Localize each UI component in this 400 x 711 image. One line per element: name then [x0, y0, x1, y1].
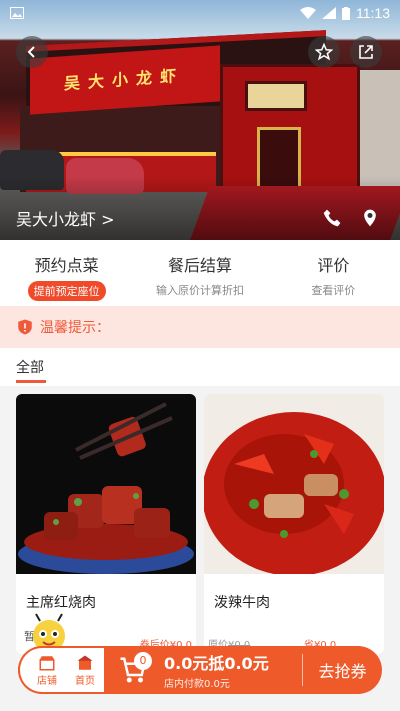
- status-time: 11:13: [356, 5, 390, 21]
- filter-all-tab[interactable]: 全部: [16, 357, 44, 377]
- building-entrance: [220, 64, 360, 192]
- bottom-nav: 店铺 首页: [18, 646, 104, 694]
- nav-store[interactable]: 店铺: [37, 654, 57, 687]
- reserve-seat-badge: 提前预定座位: [27, 281, 106, 301]
- share-icon: [359, 45, 373, 59]
- notice-label: 温馨提示：: [40, 320, 110, 336]
- category-filter: 全部: [0, 348, 400, 386]
- grab-coupon-button[interactable]: 去抢券: [303, 646, 382, 694]
- phone-icon[interactable]: [322, 208, 342, 228]
- status-bar: 11:13: [0, 0, 400, 26]
- wifi-icon: [300, 7, 316, 19]
- filter-active-underline: [16, 380, 46, 383]
- reviews-title: 评价: [317, 256, 350, 275]
- dish-image-spicy-beef: [204, 394, 384, 574]
- store-icon: [39, 655, 55, 670]
- nav-store-label: 店铺: [37, 675, 57, 687]
- dish-card[interactable]: 泼辣牛肉 原价¥0.0 省¥0.0: [204, 394, 384, 654]
- checkout-title: 餐后结算: [167, 256, 232, 275]
- location-icon[interactable]: [360, 208, 380, 228]
- notice-banner: 温馨提示：: [0, 306, 400, 348]
- tab-reserve-order[interactable]: 预约点菜 提前预定座位: [0, 240, 133, 306]
- store-name-link[interactable]: 吴大小龙虾 >: [16, 206, 115, 230]
- back-button[interactable]: [16, 36, 48, 68]
- checkout-bar: 店铺 首页 0 0.0元抵0.0元 店内付款0.0元 去抢券: [18, 646, 382, 694]
- signal-icon: [322, 7, 336, 19]
- store-hero-image: 吴大小龙虾 11:13 吴大小龙虾 >: [0, 0, 400, 240]
- share-button[interactable]: [350, 36, 382, 68]
- battery-icon: [342, 6, 350, 20]
- total-discount: 0.0元抵0.0元: [164, 654, 269, 673]
- image-notification-icon: [10, 7, 24, 19]
- favorite-button[interactable]: [308, 36, 340, 68]
- nav-home-label: 首页: [75, 675, 95, 687]
- tab-post-meal-checkout[interactable]: 餐后结算 输入原价计算折扣: [133, 240, 266, 306]
- checkout-subtitle: 输入原价计算折扣: [155, 284, 244, 297]
- cart-count-badge: 0: [134, 652, 152, 670]
- reviews-subtitle: 查看评价: [311, 284, 356, 297]
- home-icon: [77, 655, 93, 670]
- reserve-order-title: 预约点菜: [34, 256, 99, 275]
- action-tabs: 预约点菜 提前预定座位 餐后结算 输入原价计算折扣 评价 查看评价: [0, 240, 400, 306]
- nav-home[interactable]: 首页: [75, 654, 95, 687]
- dish-name: 泼辣牛肉: [214, 595, 270, 611]
- screen: 吴大小龙虾 11:13 吴大小龙虾 > 预约点菜 提前预定座位 餐后结算 输入原…: [0, 0, 400, 711]
- total-instore-payment: 店内付款0.0元: [164, 679, 230, 690]
- star-icon: [315, 43, 333, 61]
- tab-reviews[interactable]: 评价 查看评价: [267, 240, 400, 306]
- shield-alert-icon: [18, 319, 32, 335]
- chevron-left-icon: [27, 46, 35, 58]
- entrance-window: [245, 81, 307, 111]
- totals: 0.0元抵0.0元 店内付款0.0元: [162, 646, 302, 694]
- background-building: [360, 70, 400, 190]
- dish-name: 主席红烧肉: [26, 595, 96, 611]
- cart-button[interactable]: 0: [104, 646, 162, 694]
- dish-image-braised-pork: [16, 394, 196, 574]
